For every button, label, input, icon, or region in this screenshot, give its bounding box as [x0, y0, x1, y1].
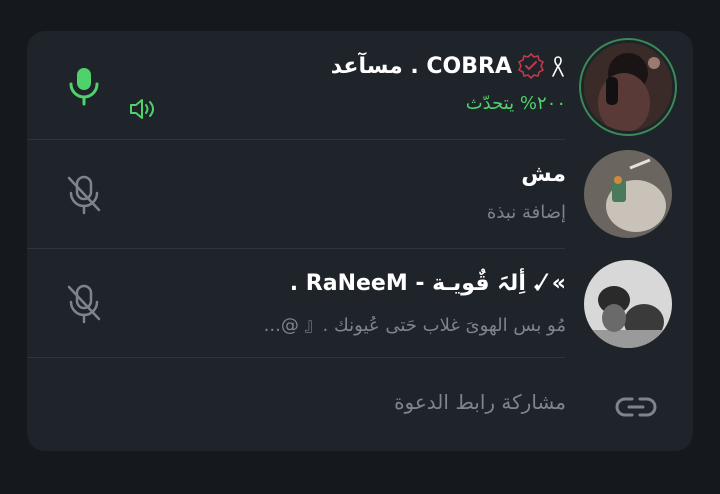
participant-name-text: COBRA . مسآعد — [330, 53, 512, 79]
divider — [27, 357, 565, 358]
participant-status: ٢٠٠% يتحدّث — [465, 93, 566, 114]
participant-name: مش — [521, 162, 566, 187]
participant-name-text: مش — [521, 162, 566, 187]
mic-active-icon[interactable] — [63, 65, 105, 107]
ribbon-icon — [550, 54, 566, 78]
share-invite-link-button[interactable]: مشاركة رابط الدعوة — [27, 360, 693, 451]
participant-name: COBRA . مسآعد — [330, 52, 566, 80]
mic-muted-icon[interactable] — [63, 283, 105, 325]
participant-row[interactable]: » ⁄𝆺 أِلہَ قٌويـة - RaNeeM . مُو بس الهو… — [27, 249, 693, 357]
invite-label: مشاركة رابط الدعوة — [394, 390, 566, 414]
voice-chat-participants-panel: COBRA . مسآعد ٢٠٠% يتحدّث مش إضافة نبذة … — [27, 31, 693, 451]
speaker-volume-icon — [128, 97, 158, 121]
participant-status: إضافة نبذة — [486, 202, 566, 223]
verified-badge-icon — [517, 52, 545, 80]
avatar[interactable] — [584, 43, 672, 131]
link-icon — [615, 392, 657, 422]
participant-name-text: » ⁄𝆺 أِلہَ قٌويـة - RaNeeM . — [289, 271, 566, 296]
avatar[interactable] — [584, 150, 672, 238]
participant-row[interactable]: مش إضافة نبذة — [27, 140, 693, 248]
participant-row[interactable]: COBRA . مسآعد ٢٠٠% يتحدّث — [27, 31, 693, 139]
avatar[interactable] — [584, 260, 672, 348]
participant-name: » ⁄𝆺 أِلہَ قٌويـة - RaNeeM . — [290, 271, 566, 296]
participant-status: مُو بس الهوىَ غلاب حَتى عُيونك .『 @... — [263, 315, 566, 336]
mic-muted-icon[interactable] — [63, 174, 105, 216]
